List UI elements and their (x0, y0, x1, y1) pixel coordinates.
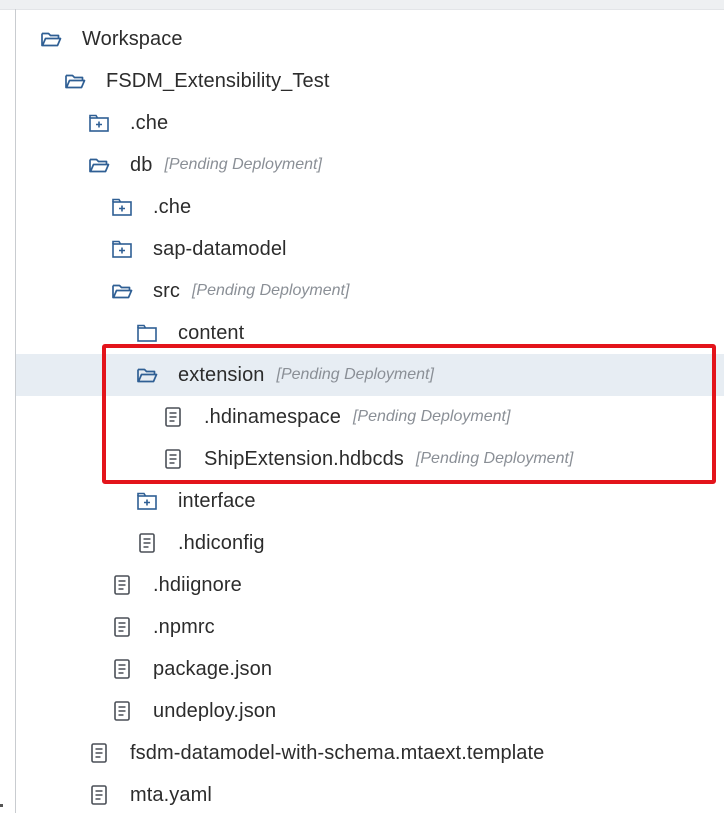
tree-item-label: src (153, 279, 180, 302)
tree-item-label: .che (153, 195, 192, 218)
tree-item-label: package.json (153, 657, 273, 680)
file-icon (111, 658, 133, 680)
tree-item-che[interactable]: .che (16, 102, 724, 144)
workspace-tree: Workspace FSDM_Extensibility_Test .che d… (15, 9, 724, 813)
pending-deployment-status: [Pending Deployment] (352, 408, 511, 425)
tree-item-label: sap-datamodel (153, 237, 287, 260)
folder-plus-icon (136, 490, 158, 512)
file-icon (88, 742, 110, 764)
folder-open-icon (64, 70, 86, 92)
tree-item-label: .che (130, 111, 169, 134)
tree-item-undeploy-json[interactable]: undeploy.json (16, 690, 724, 732)
tree-item-label: .hdiignore (153, 573, 242, 596)
pending-deployment-status: [Pending Deployment] (191, 282, 350, 299)
tree-item-db-che[interactable]: .che (16, 186, 724, 228)
tree-item-package-json[interactable]: package.json (16, 648, 724, 690)
tree-item-label: undeploy.json (153, 699, 277, 722)
folder-open-icon (111, 280, 133, 302)
file-icon (111, 700, 133, 722)
folder-plus-icon (111, 238, 133, 260)
tree-item-shipextension[interactable]: ShipExtension.hdbcds [Pending Deployment… (16, 438, 724, 480)
tree-item-hdiconfig[interactable]: .hdiconfig (16, 522, 724, 564)
pending-deployment-status: [Pending Deployment] (164, 156, 322, 173)
tree-item-label: content (178, 321, 245, 344)
tree-item-label: FSDM_Extensibility_Test (106, 69, 330, 92)
tree-item-extension[interactable]: extension [Pending Deployment] (16, 354, 724, 396)
folder-plus-icon (111, 196, 133, 218)
tree-item-project[interactable]: FSDM_Extensibility_Test (16, 60, 724, 102)
file-icon (162, 406, 184, 428)
folder-open-icon (136, 364, 158, 386)
tree-item-label: .hdinamespace (204, 405, 341, 428)
tree-item-interface[interactable]: interface (16, 480, 724, 522)
tree-item-label: .npmrc (153, 615, 215, 638)
file-icon (88, 784, 110, 806)
tree-item-mta-yaml[interactable]: mta.yaml (16, 774, 724, 816)
tree-item-content[interactable]: content (16, 312, 724, 354)
pending-deployment-status: [Pending Deployment] (276, 366, 434, 383)
tree-item-label: .hdiconfig (178, 531, 265, 554)
file-icon (162, 448, 184, 470)
tree-item-label: mta.yaml (130, 783, 212, 806)
tree-item-db[interactable]: db [Pending Deployment] (16, 144, 724, 186)
tree-item-label: interface (178, 489, 256, 512)
tree-item-label: extension (178, 363, 265, 386)
corner-marker (0, 804, 3, 807)
folder-open-icon (40, 28, 62, 50)
tree-item-label: Workspace (82, 27, 183, 50)
tree-item-npmrc[interactable]: .npmrc (16, 606, 724, 648)
pending-deployment-status: [Pending Deployment] (415, 450, 574, 467)
file-icon (136, 532, 158, 554)
folder-plus-icon (88, 112, 110, 134)
tree-item-label: db (130, 153, 153, 176)
tree-item-hdinamespace[interactable]: .hdinamespace [Pending Deployment] (16, 396, 724, 438)
folder-open-icon (88, 154, 110, 176)
folder-empty-icon (136, 322, 158, 344)
tree-item-workspace[interactable]: Workspace (16, 18, 724, 60)
tree-item-mtaext-template[interactable]: fsdm-datamodel-with-schema.mtaext.templa… (16, 732, 724, 774)
tree-item-label: ShipExtension.hdbcds (204, 447, 404, 470)
tree-item-hdiignore[interactable]: .hdiignore (16, 564, 724, 606)
file-icon (111, 616, 133, 638)
tree-item-sap-datamodel[interactable]: sap-datamodel (16, 228, 724, 270)
file-icon (111, 574, 133, 596)
tree-item-src[interactable]: src [Pending Deployment] (16, 270, 724, 312)
tree-item-label: fsdm-datamodel-with-schema.mtaext.templa… (130, 741, 545, 764)
